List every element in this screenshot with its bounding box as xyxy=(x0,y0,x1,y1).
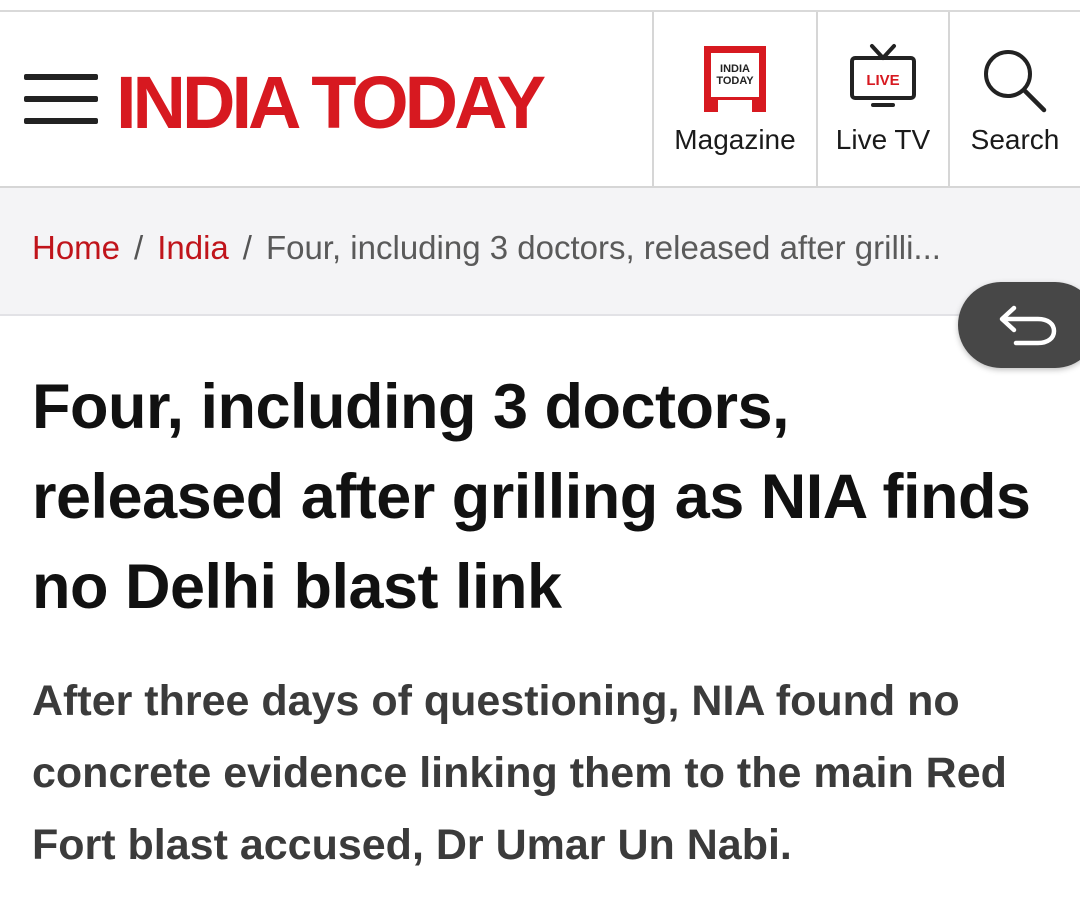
breadcrumb: Home / India / Four, including 3 doctors, re… xyxy=(32,228,941,268)
article-summary: After three days of questioning, NIA fou… xyxy=(32,677,1007,869)
breadcrumb-separator: / xyxy=(134,229,144,266)
site-logo[interactable]: INDIA TODAY xyxy=(116,66,546,140)
nav-label-live-tv: Live TV xyxy=(835,124,931,155)
site-header: INDIA TODAY INDIA TODAY Magazine LIVE Li… xyxy=(0,12,1080,188)
svg-text:TODAY: TODAY xyxy=(716,75,754,87)
search-icon xyxy=(984,50,1047,113)
nav-item-live-tv[interactable]: LIVE Live TV xyxy=(818,12,948,186)
nav-label-search: Search xyxy=(970,124,1060,155)
breadcrumb-home[interactable]: Home xyxy=(32,229,120,266)
live-tv-icon: LIVE xyxy=(850,44,916,107)
hamburger-menu-icon[interactable] xyxy=(24,74,98,132)
back-button[interactable] xyxy=(958,282,1080,368)
breadcrumb-current: Four, including 3 doctors, released afte… xyxy=(265,229,941,266)
breadcrumb-india[interactable]: India xyxy=(157,229,229,266)
back-arrow-icon xyxy=(999,305,1057,346)
nav-label-magazine: Magazine xyxy=(674,124,796,155)
magazine-icon: INDIA TODAY xyxy=(704,46,766,112)
article-headline: Four, including 3 doctors, released afte… xyxy=(32,372,1031,622)
nav-item-magazine[interactable]: INDIA TODAY Magazine xyxy=(654,12,816,186)
svg-text:INDIA: INDIA xyxy=(720,63,750,75)
breadcrumb-separator: / xyxy=(242,229,252,266)
breadcrumb-bar: Home / India / Four, including 3 doctors, re… xyxy=(0,188,1080,316)
nav-item-search[interactable]: Search xyxy=(950,12,1080,186)
svg-text:LIVE: LIVE xyxy=(866,72,899,89)
